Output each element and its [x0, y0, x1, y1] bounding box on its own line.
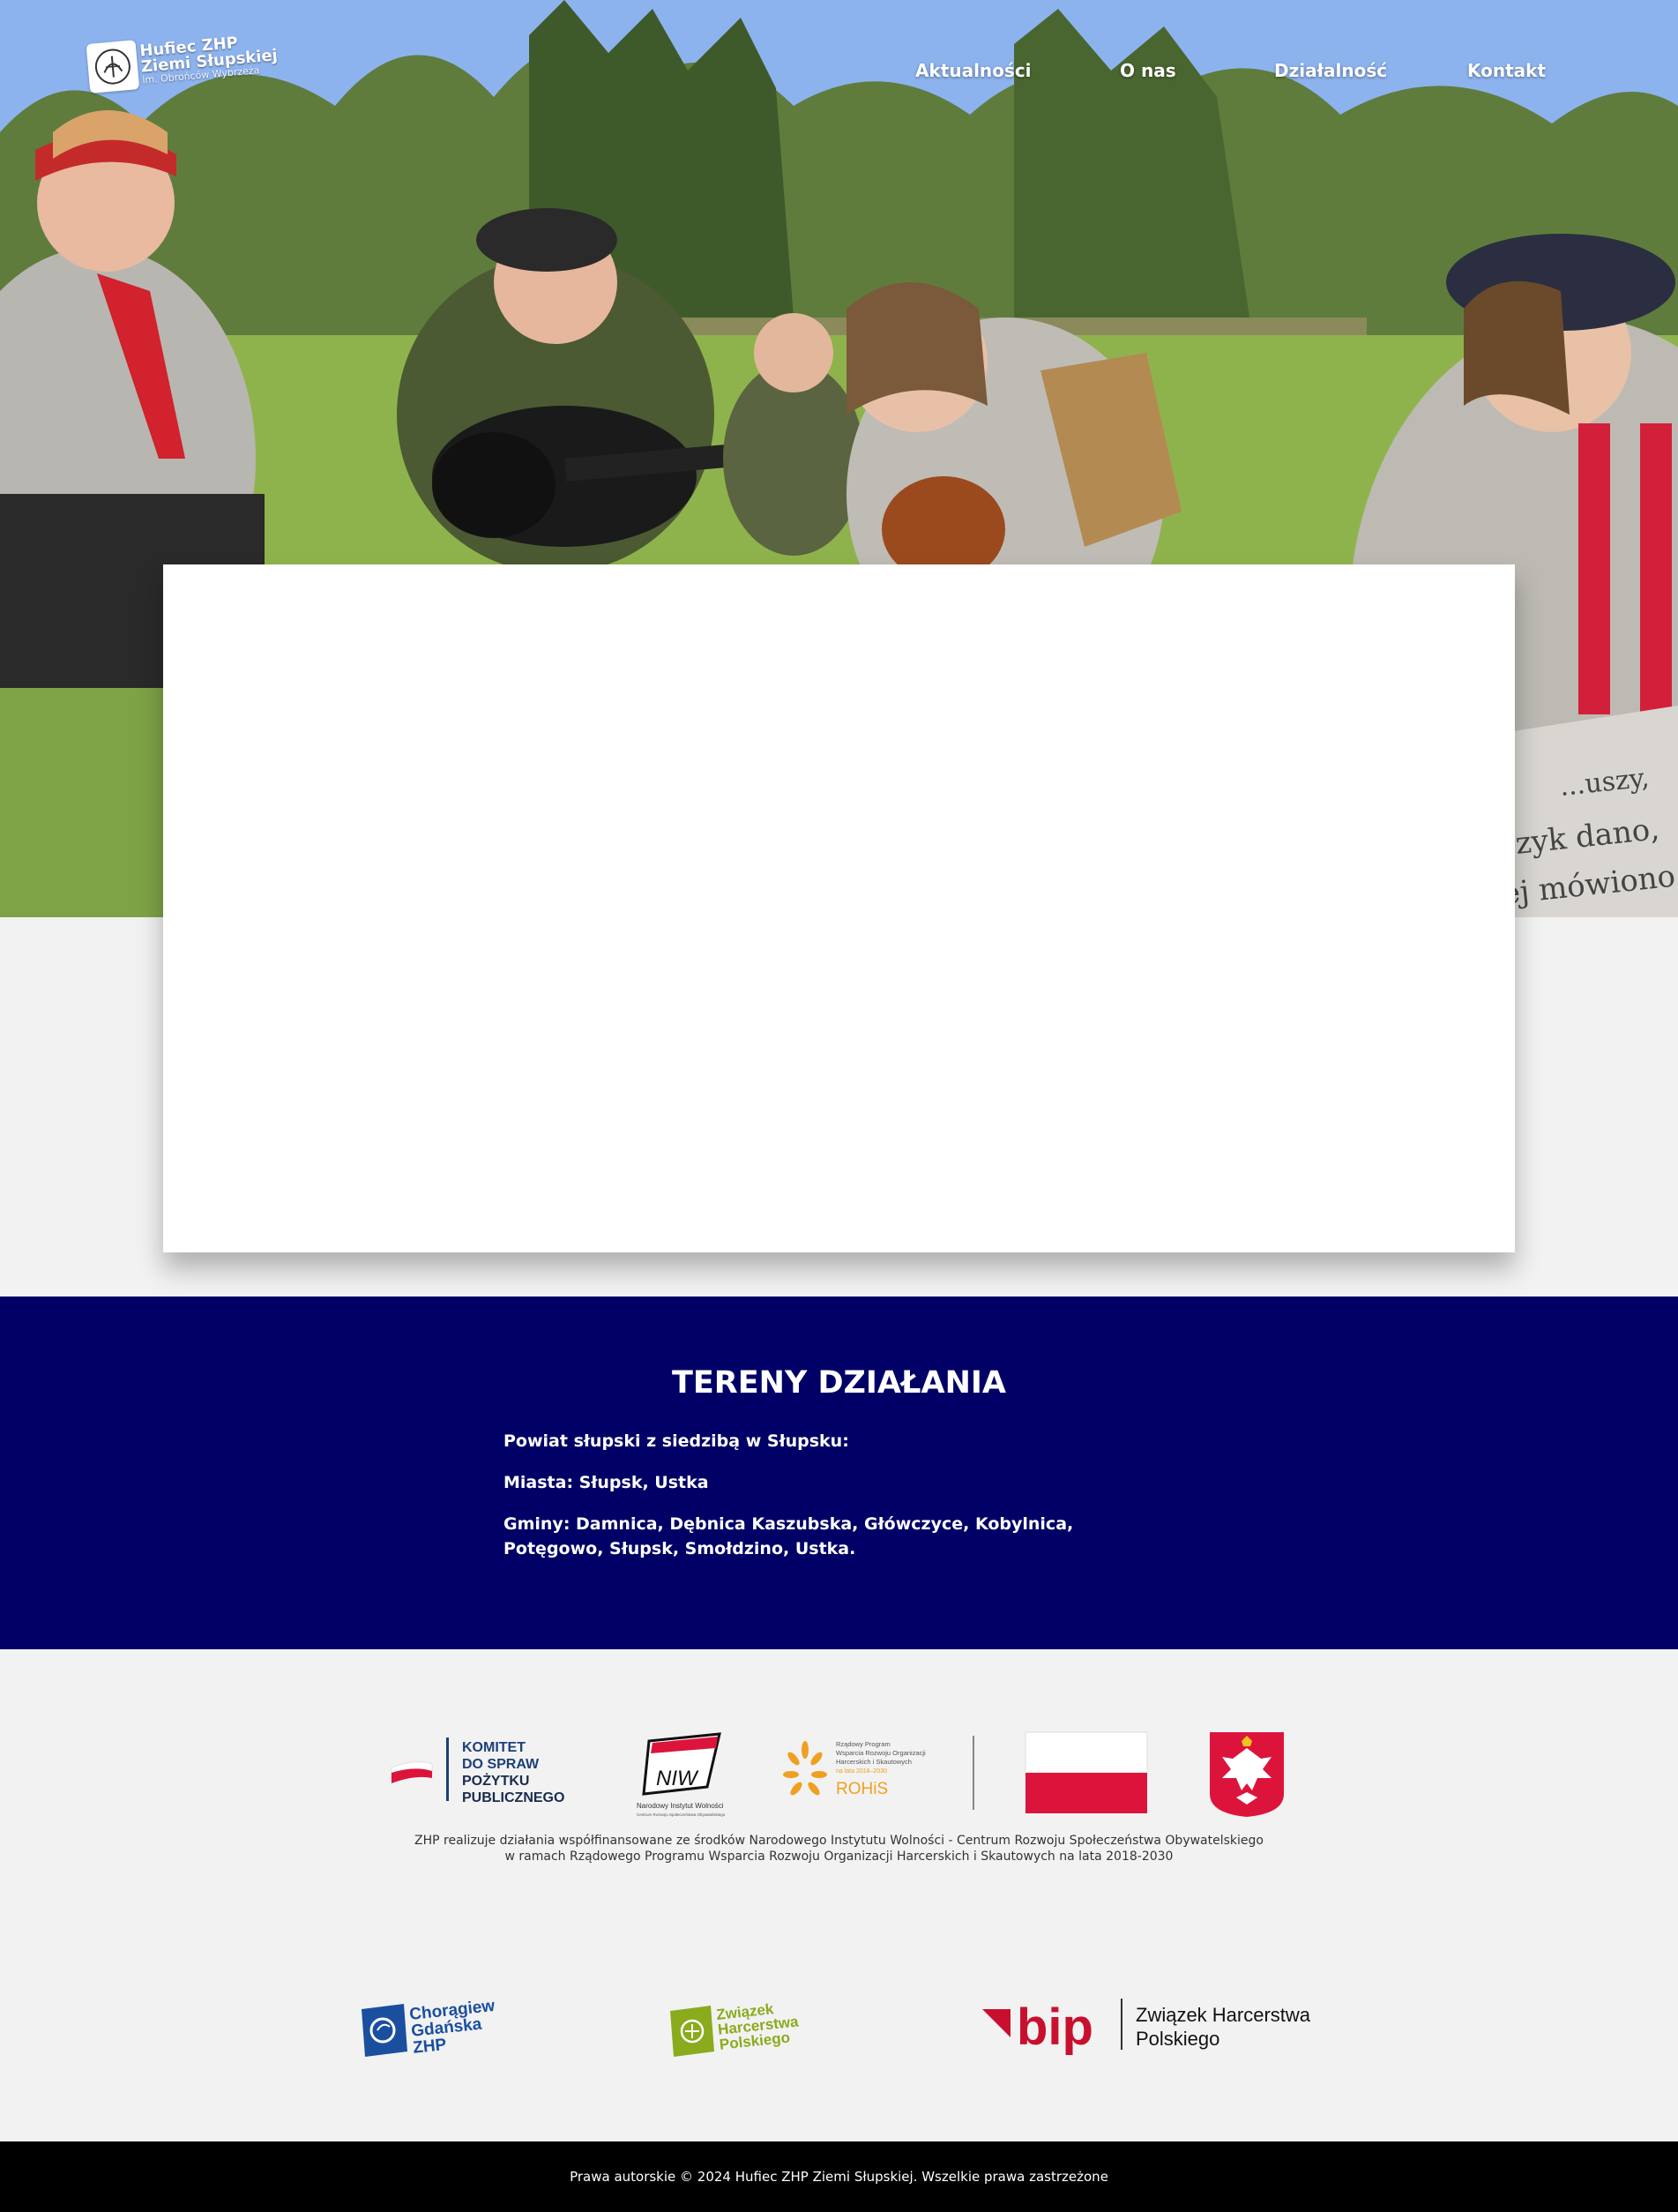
bag-text-2: zyk dano,: [1514, 811, 1661, 862]
bip-line-2: Polskiego: [1136, 2028, 1219, 2050]
rohis-name: ROHiS: [836, 1780, 888, 1798]
niw-name: Narodowy Instytut Wolności: [637, 1802, 724, 1810]
tereny-paragraph: Powiat słupski z siedzibą w Słupsku:: [503, 1431, 849, 1451]
kpp-line-4: PUBLICZNEGO: [462, 1790, 564, 1805]
copyright-text: Prawa autorskie © 2024 Hufiec ZHP Ziemi …: [570, 2169, 1108, 2185]
bag-text-3: ej mówiono: [1501, 859, 1677, 912]
polish-emblem-icon: [1210, 1732, 1284, 1817]
tereny-dzialania-section: TERENY DZIAŁANIA Powiat słupski z siedzi…: [0, 1297, 1678, 1649]
funding-caption-line: w ramach Rządowego Programu Wsparcia Roz…: [504, 1850, 1174, 1864]
kpp-line-1: KOMITET: [462, 1740, 526, 1755]
kpp-line-3: POŻYTKU: [462, 1773, 529, 1789]
nav-link-o-nas[interactable]: O nas: [1120, 60, 1176, 81]
funding-caption-line: ZHP realizuje działania współfinansowane…: [414, 1834, 1264, 1848]
site-footer: Prawa autorskie © 2024 Hufiec ZHP Ziemi …: [0, 2141, 1678, 2212]
rohis-years: na lata 2018–2030: [836, 1768, 887, 1775]
partner-logos-strip: Chorągiew Gdańska ZHP Związek Harcerstwa…: [362, 1997, 1311, 2058]
bip-mark: bip: [1017, 1999, 1093, 2056]
niw-sub: Centrum Rozwoju Społeczeństwa Obywatelsk…: [637, 1812, 726, 1817]
polish-flag-icon: [1025, 1731, 1148, 1813]
bag-print: ...uszy, zyk dano, ej mówiono: [1501, 767, 1677, 912]
main-nav: Aktualności O nas Działalność Kontakt: [0, 60, 1678, 86]
sponsor-divider: [973, 1736, 974, 1810]
rohis-logo[interactable]: Rządowy Program Wsparcia Rozwoju Organiz…: [783, 1740, 926, 1798]
funding-logos-strip: KOMITET DO SPRAW POŻYTKU PUBLICZNEGO NIW…: [391, 1731, 1284, 1817]
tereny-paragraph: Gminy: Damnica, Dębnica Kaszubska, Główc…: [503, 1514, 1074, 1558]
bag-text-1: ...uszy,: [1558, 767, 1651, 803]
sponsors-section: KOMITET DO SPRAW POŻYTKU PUBLICZNEGO NIW…: [0, 1649, 1678, 2141]
nav-link-aktualnosci[interactable]: Aktualności: [915, 60, 1032, 81]
bip-line-1: Związek Harcerstwa: [1136, 2004, 1311, 2026]
niw-logo[interactable]: NIW Narodowy Instytut Wolności Centrum R…: [637, 1732, 726, 1817]
tereny-paragraph: Miasta: Słupsk, Ustka: [503, 1473, 709, 1492]
nav-link-kontakt[interactable]: Kontakt: [1467, 60, 1546, 81]
nav-link-dzialalnosc[interactable]: Działalność: [1274, 60, 1387, 81]
kpp-line-2: DO SPRAW: [462, 1757, 540, 1772]
content-card: [163, 564, 1515, 1252]
choragiew-gdanska-logo[interactable]: Chorągiew Gdańska ZHP: [362, 1997, 499, 2058]
kpp-logo[interactable]: KOMITET DO SPRAW POŻYTKU PUBLICZNEGO: [391, 1737, 564, 1805]
funding-caption: ZHP realizuje działania współfinansowane…: [353, 1833, 1325, 1865]
rohis-line-3: Harcerskich i Skautowych: [836, 1758, 912, 1766]
zhp-logo[interactable]: Związek Harcerstwa Polskiego: [670, 1998, 802, 2057]
tereny-title: TERENY DZIAŁANIA: [672, 1365, 1006, 1401]
tereny-body: Powiat słupski z siedzibą w Słupsku: Mia…: [503, 1429, 1103, 1578]
rohis-line-1: Rządowy Program: [836, 1740, 891, 1748]
bip-logo[interactable]: bip Związek Harcerstwa Polskiego: [982, 1999, 1311, 2056]
rohis-line-2: Wsparcia Rozwoju Organizacji: [836, 1749, 926, 1757]
niw-abbr: NIW: [656, 1767, 699, 1790]
choragiew-line-3: ZHP: [412, 2036, 447, 2058]
